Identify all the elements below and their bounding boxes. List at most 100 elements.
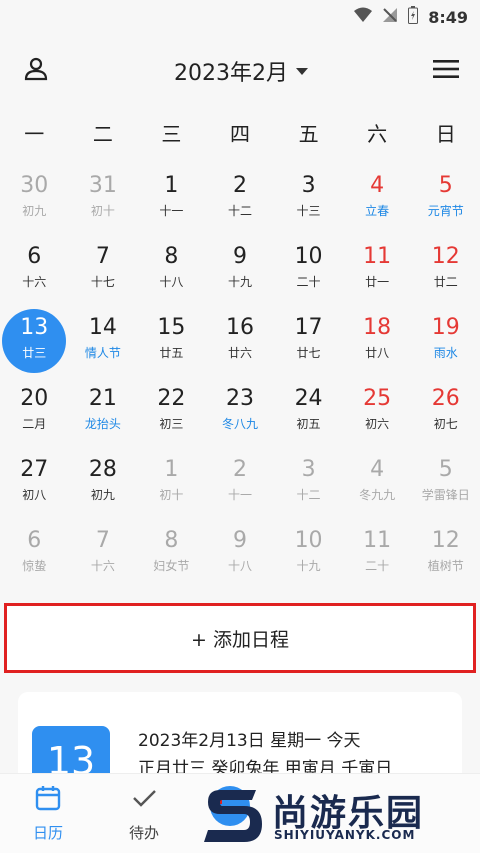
nav-calendar[interactable]: 日历 [18,784,78,843]
calendar-day[interactable]: 16 廿六 [206,307,275,378]
calendar-day[interactable]: 5 元宵节 [411,165,480,236]
calendar-day[interactable]: 27 初八 [0,449,69,520]
calendar-day[interactable]: 21 龙抬头 [69,378,138,449]
day-number: 6 [27,244,42,269]
calendar-day[interactable]: 6 十六 [0,236,69,307]
day-number: 13 [20,315,49,340]
watermark-s-icon [204,786,262,842]
day-number: 2 [232,457,247,482]
lunar-label: 廿七 [296,346,321,360]
check-icon [130,784,158,816]
lunar-label: 二月 [22,417,47,431]
calendar-day[interactable]: 23 冬八九 [206,378,275,449]
calendar-day-today[interactable]: 13 廿三 [0,307,69,378]
calendar-day[interactable]: 19 雨水 [411,307,480,378]
add-event-label: + 添加日程 [191,628,289,651]
lunar-label: 植树节 [427,559,464,573]
calendar-day[interactable]: 31 初十 [69,165,138,236]
calendar-grid: 30 初九 31 初十 1 十一 2 十二 3 十三 4 立春 5 元宵节 6 十六 7 十七 8 十八 9 十九 10 二十… [0,165,480,591]
day-number: 2 [232,173,247,198]
calendar-day[interactable]: 24 初五 [274,378,343,449]
calendar-day[interactable]: 1 十一 [137,165,206,236]
calendar-day[interactable]: 25 初六 [343,378,412,449]
lunar-label: 初九 [90,488,115,502]
day-number: 14 [88,315,117,340]
day-number: 1 [164,173,179,198]
calendar-day[interactable]: 30 初九 [0,165,69,236]
calendar-day[interactable]: 12 廿二 [411,236,480,307]
day-number: 27 [20,457,49,482]
calendar-day[interactable]: 10 二十 [274,236,343,307]
calendar-day[interactable]: 6 惊蛰 [0,520,69,591]
menu-icon[interactable] [432,58,460,84]
calendar-day[interactable]: 2 十二 [206,165,275,236]
watermark-subtext: SHIYIUYANYK.COM [274,828,416,842]
weekday-label: 一 [24,122,45,146]
calendar-day[interactable]: 11 廿一 [343,236,412,307]
calendar-day[interactable]: 2 十一 [206,449,275,520]
lunar-label: 初七 [433,417,458,431]
day-number: 31 [88,173,117,198]
lunar-label: 妇女节 [153,559,190,573]
lunar-label: 廿八 [365,346,390,360]
calendar-day[interactable]: 3 十三 [274,165,343,236]
add-event-button[interactable]: + 添加日程 [4,603,476,673]
day-number: 17 [294,315,323,340]
calendar-day[interactable]: 14 情人节 [69,307,138,378]
lunar-label: 二十 [365,559,390,573]
calendar-day[interactable]: 5 学雷锋日 [411,449,480,520]
calendar-day[interactable]: 7 十六 [69,520,138,591]
calendar-day[interactable]: 17 廿七 [274,307,343,378]
detail-date-line: 2023年2月13日 星期一 今天 [138,731,361,751]
calendar-day[interactable]: 9 十九 [206,236,275,307]
month-selector[interactable]: 2023年2月 [174,55,308,87]
calendar-day[interactable]: 12 植树节 [411,520,480,591]
calendar-day[interactable]: 4 冬九九 [343,449,412,520]
status-time: 8:49 [428,7,468,27]
lunar-label: 龙抬头 [84,417,121,431]
weekday-header: 一 二 三 四 五 六 日 [0,118,480,150]
calendar-day[interactable]: 15 廿五 [137,307,206,378]
lunar-label: 十二 [227,204,252,218]
calendar-day[interactable]: 10 十九 [274,520,343,591]
month-title: 2023年2月 [174,61,288,86]
calendar-day[interactable]: 20 二月 [0,378,69,449]
calendar-day[interactable]: 4 立春 [343,165,412,236]
day-number: 8 [164,528,179,553]
user-profile-icon[interactable] [22,55,50,87]
calendar-day[interactable]: 7 十七 [69,236,138,307]
lunar-label: 二十 [296,275,321,289]
day-number: 28 [88,457,117,482]
lunar-label: 初五 [296,417,321,431]
calendar-day[interactable]: 1 初十 [137,449,206,520]
calendar-day[interactable]: 8 妇女节 [137,520,206,591]
calendar-day[interactable]: 8 十八 [137,236,206,307]
calendar-day[interactable]: 18 廿八 [343,307,412,378]
day-number: 5 [438,457,453,482]
lunar-label: 雨水 [433,346,458,360]
calendar-day[interactable]: 3 十二 [274,449,343,520]
calendar-day[interactable]: 22 初三 [137,378,206,449]
calendar-day[interactable]: 28 初九 [69,449,138,520]
calendar-icon [34,784,62,816]
day-number: 6 [27,528,42,553]
lunar-label: 廿一 [365,275,390,289]
lunar-label: 初三 [159,417,184,431]
lunar-label: 廿六 [227,346,252,360]
day-number: 12 [431,244,460,269]
calendar-day[interactable]: 9 十八 [206,520,275,591]
day-number: 1 [164,457,179,482]
lunar-label: 初八 [22,488,47,502]
day-number: 3 [301,457,316,482]
weekday-label: 四 [229,122,250,146]
nav-todo[interactable]: 待办 [114,784,174,843]
app-header: 2023年2月 [0,46,480,96]
calendar-day[interactable]: 26 初七 [411,378,480,449]
wifi-icon [354,7,373,27]
lunar-label: 十三 [296,204,321,218]
lunar-label: 十一 [227,488,252,502]
lunar-label: 初六 [365,417,390,431]
lunar-label: 元宵节 [427,204,464,218]
calendar-day[interactable]: 11 二十 [343,520,412,591]
day-number: 11 [363,528,392,553]
